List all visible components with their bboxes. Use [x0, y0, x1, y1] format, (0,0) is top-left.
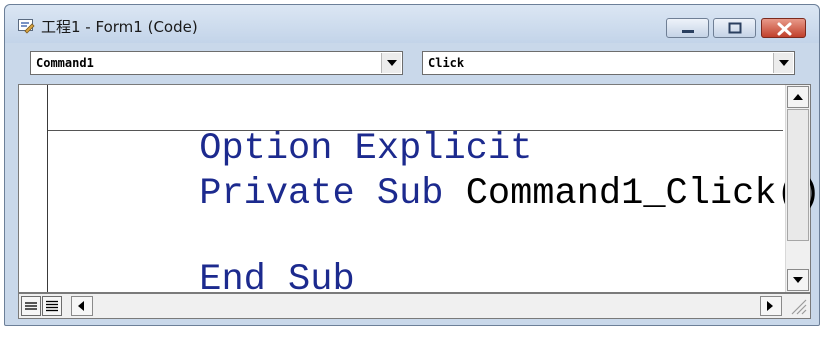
close-icon	[777, 22, 792, 36]
scroll-up-button[interactable]	[787, 86, 809, 108]
procedure-combo[interactable]: Click	[422, 51, 795, 75]
procedure-view-icon	[25, 302, 37, 310]
procedure-combo-dropdown[interactable]	[773, 53, 793, 73]
minimize-icon	[682, 30, 694, 33]
arrow-down-icon	[793, 277, 803, 283]
maximize-icon	[728, 22, 742, 34]
code-window: 工程1 - Form1 (Code) Command1 Click Option…	[4, 4, 821, 326]
code-keyword: Private Sub	[199, 173, 444, 215]
arrow-left-icon	[78, 301, 84, 311]
object-combo-dropdown[interactable]	[381, 53, 401, 73]
scroll-down-button[interactable]	[787, 269, 809, 291]
margin-indicator-bar[interactable]	[19, 85, 48, 292]
full-module-view-icon	[46, 300, 58, 312]
minimize-button[interactable]	[666, 18, 709, 38]
object-combo[interactable]: Command1	[30, 51, 403, 75]
procedure-combo-value: Click	[428, 56, 465, 70]
window-title: 工程1 - Form1 (Code)	[41, 18, 198, 36]
full-module-view-button[interactable]	[42, 296, 62, 316]
code-editor[interactable]: Option Explicit Private Sub Command1_Cli…	[18, 84, 821, 300]
title-bar[interactable]: 工程1 - Form1 (Code)	[5, 5, 819, 43]
code-window-icon	[18, 19, 35, 34]
arrow-right-icon	[767, 301, 773, 311]
object-combo-value: Command1	[36, 56, 94, 70]
vertical-scrollbar[interactable]	[785, 85, 810, 292]
procedure-separator	[48, 130, 783, 131]
code-text: Command1_Click()	[443, 173, 821, 215]
chevron-down-icon	[387, 60, 397, 66]
scroll-thumb[interactable]	[787, 109, 809, 241]
procedure-view-button[interactable]	[21, 296, 41, 316]
resize-grip-icon[interactable]	[788, 296, 808, 316]
scroll-right-button[interactable]	[760, 296, 782, 316]
maximize-button[interactable]	[713, 18, 756, 38]
scroll-left-button[interactable]	[71, 296, 93, 316]
code-line: End Sub	[66, 220, 354, 340]
arrow-up-icon	[793, 94, 803, 100]
chevron-down-icon	[779, 60, 789, 66]
close-button[interactable]	[761, 18, 806, 38]
horizontal-scrollbar-bar	[18, 293, 811, 319]
